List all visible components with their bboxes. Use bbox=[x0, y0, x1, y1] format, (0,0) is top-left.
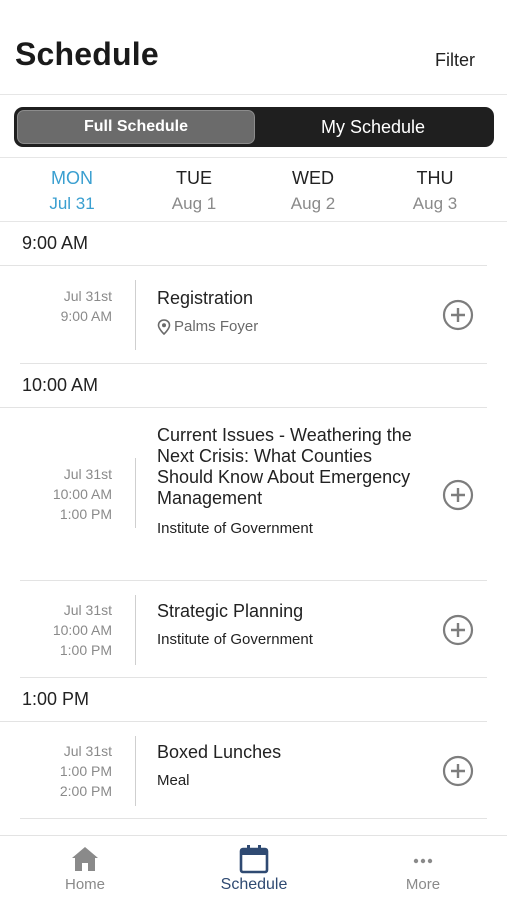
session-info: Registration Palms Foyer bbox=[157, 288, 427, 335]
day-name: WED bbox=[292, 168, 334, 188]
session-time: Jul 31st 10:00 AM 1:00 PM bbox=[20, 600, 112, 660]
tab-label: Home bbox=[64, 876, 105, 893]
day-name: TUE bbox=[176, 168, 212, 188]
session-title: Registration bbox=[157, 288, 254, 308]
add-to-schedule-icon[interactable] bbox=[442, 299, 474, 331]
session-title: Boxed Lunches bbox=[157, 742, 282, 762]
session-time: Jul 31st 1:00 PM 2:00 PM bbox=[20, 741, 112, 801]
session-list[interactable]: 9:00 AM Jul 31st 9:00 AM Registration Pa… bbox=[0, 222, 507, 832]
session-end: 1:00 PM bbox=[59, 506, 112, 522]
session-date: Jul 31st bbox=[63, 602, 112, 618]
day-tab-tue[interactable]: TUE Aug 1 bbox=[144, 168, 244, 214]
day-selector: MON Jul 31 TUE Aug 1 WED Aug 2 THU Aug 3 bbox=[0, 168, 507, 220]
more-dots-icon bbox=[413, 858, 433, 864]
full-schedule-tab[interactable]: Full Schedule bbox=[17, 110, 255, 144]
session-track: Institute of Government bbox=[157, 631, 313, 648]
session-track: Institute of Government bbox=[157, 520, 313, 537]
day-date: Aug 2 bbox=[290, 194, 336, 213]
session-date: Jul 31st bbox=[63, 288, 112, 304]
day-tab-wed[interactable]: WED Aug 2 bbox=[263, 168, 363, 214]
session-location: Palms Foyer bbox=[157, 318, 427, 335]
session-track: Meal bbox=[157, 772, 190, 789]
session-start: 10:00 AM bbox=[52, 486, 112, 502]
my-schedule-tab[interactable]: My Schedule bbox=[255, 110, 491, 144]
day-date: Aug 3 bbox=[412, 194, 458, 213]
session-start: 1:00 PM bbox=[59, 763, 112, 779]
day-date: Aug 1 bbox=[171, 194, 217, 213]
tab-more[interactable]: More bbox=[368, 844, 478, 893]
tab-label: More bbox=[405, 876, 441, 893]
time-group-header: 1:00 PM bbox=[0, 678, 487, 722]
divider bbox=[135, 595, 136, 665]
session-item[interactable]: Jul 31st 1:00 PM 2:00 PM Boxed Lunches M… bbox=[20, 722, 487, 819]
schedule-segmented-control: Full Schedule My Schedule bbox=[14, 107, 494, 147]
time-group-header: 10:00 AM bbox=[0, 364, 487, 408]
day-tab-thu[interactable]: THU Aug 3 bbox=[385, 168, 485, 214]
session-info: Strategic Planning Institute of Governme… bbox=[157, 601, 427, 648]
calendar-icon bbox=[239, 845, 269, 874]
home-icon bbox=[72, 847, 98, 871]
day-tab-mon[interactable]: MON Jul 31 bbox=[22, 168, 122, 214]
session-start: 9:00 AM bbox=[60, 308, 112, 324]
location-pin-icon bbox=[157, 318, 171, 335]
session-start: 10:00 AM bbox=[52, 622, 112, 638]
add-to-schedule-icon[interactable] bbox=[442, 614, 474, 646]
tab-home[interactable]: Home bbox=[30, 844, 140, 893]
session-item[interactable]: Jul 31st 10:00 AM 1:00 PM Current Issues… bbox=[20, 408, 487, 581]
session-item[interactable]: Jul 31st 9:00 AM Registration Palms Foye… bbox=[20, 266, 487, 364]
divider bbox=[135, 280, 136, 350]
tab-schedule[interactable]: Schedule bbox=[199, 844, 309, 894]
divider bbox=[135, 458, 136, 528]
time-group-header: 9:00 AM bbox=[0, 222, 487, 266]
bottom-tab-bar: Home Schedule More bbox=[0, 835, 507, 900]
session-location-name: Palms Foyer bbox=[174, 318, 259, 335]
tab-label: Schedule bbox=[220, 876, 288, 893]
day-date: Jul 31 bbox=[49, 194, 95, 213]
session-end: 2:00 PM bbox=[59, 783, 112, 799]
session-title: Strategic Planning bbox=[157, 601, 304, 621]
session-title: Current Issues - Weathering the Next Cri… bbox=[157, 425, 412, 508]
session-date: Jul 31st bbox=[63, 743, 112, 759]
header: Schedule Filter bbox=[0, 0, 507, 95]
add-to-schedule-icon[interactable] bbox=[442, 479, 474, 511]
day-name: MON bbox=[51, 168, 93, 188]
day-name: THU bbox=[416, 168, 454, 188]
divider bbox=[135, 736, 136, 806]
session-info: Current Issues - Weathering the Next Cri… bbox=[157, 425, 427, 537]
divider bbox=[0, 157, 507, 158]
page-title: Schedule bbox=[15, 36, 159, 72]
session-date: Jul 31st bbox=[63, 466, 112, 482]
session-time: Jul 31st 10:00 AM 1:00 PM bbox=[20, 464, 112, 524]
add-to-schedule-icon[interactable] bbox=[442, 755, 474, 787]
session-end: 1:00 PM bbox=[59, 642, 112, 658]
session-info: Boxed Lunches Meal bbox=[157, 742, 427, 789]
filter-button[interactable]: Filter bbox=[435, 50, 475, 71]
session-item[interactable]: Jul 31st 10:00 AM 1:00 PM Strategic Plan… bbox=[20, 581, 487, 678]
session-time: Jul 31st 9:00 AM bbox=[20, 286, 112, 326]
